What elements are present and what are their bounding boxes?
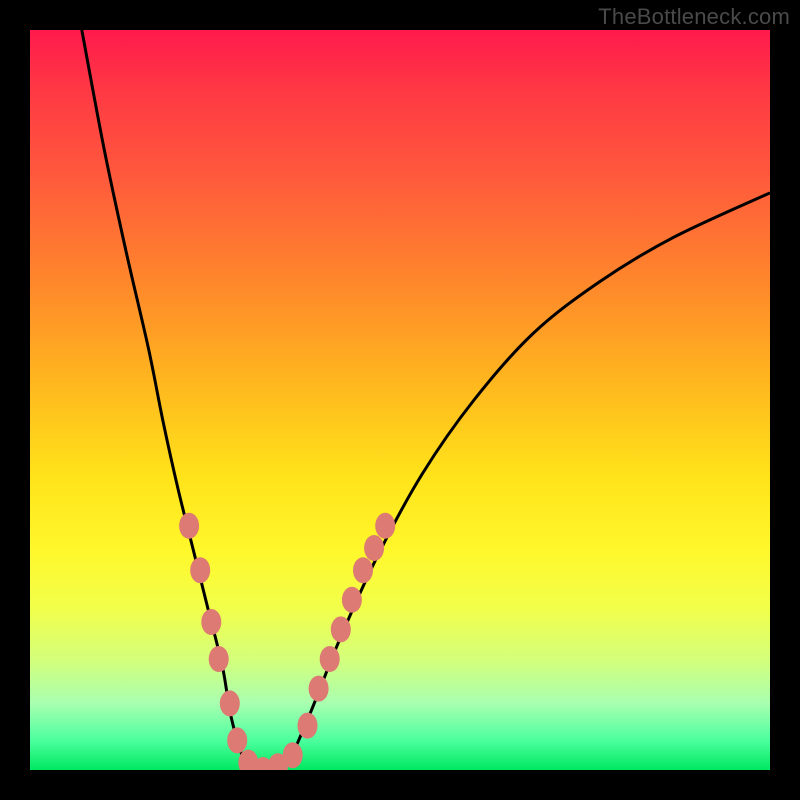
curve-marker [353, 557, 373, 583]
watermark-text: TheBottleneck.com [598, 4, 790, 30]
curve-marker [209, 646, 229, 672]
curve-marker [298, 713, 318, 739]
curve-marker [179, 513, 199, 539]
marker-group [179, 513, 395, 770]
curve-marker [342, 587, 362, 613]
curve-right-branch [289, 193, 770, 763]
curve-marker [364, 535, 384, 561]
curve-marker [283, 742, 303, 768]
curve-marker [375, 513, 395, 539]
curve-marker [220, 690, 240, 716]
bottleneck-curve [30, 30, 770, 770]
chart-frame: TheBottleneck.com [0, 0, 800, 800]
curve-marker [309, 676, 329, 702]
plot-area [30, 30, 770, 770]
curve-marker [201, 609, 221, 635]
curve-marker [227, 727, 247, 753]
curve-marker [320, 646, 340, 672]
curve-marker [190, 557, 210, 583]
curve-marker [331, 616, 351, 642]
